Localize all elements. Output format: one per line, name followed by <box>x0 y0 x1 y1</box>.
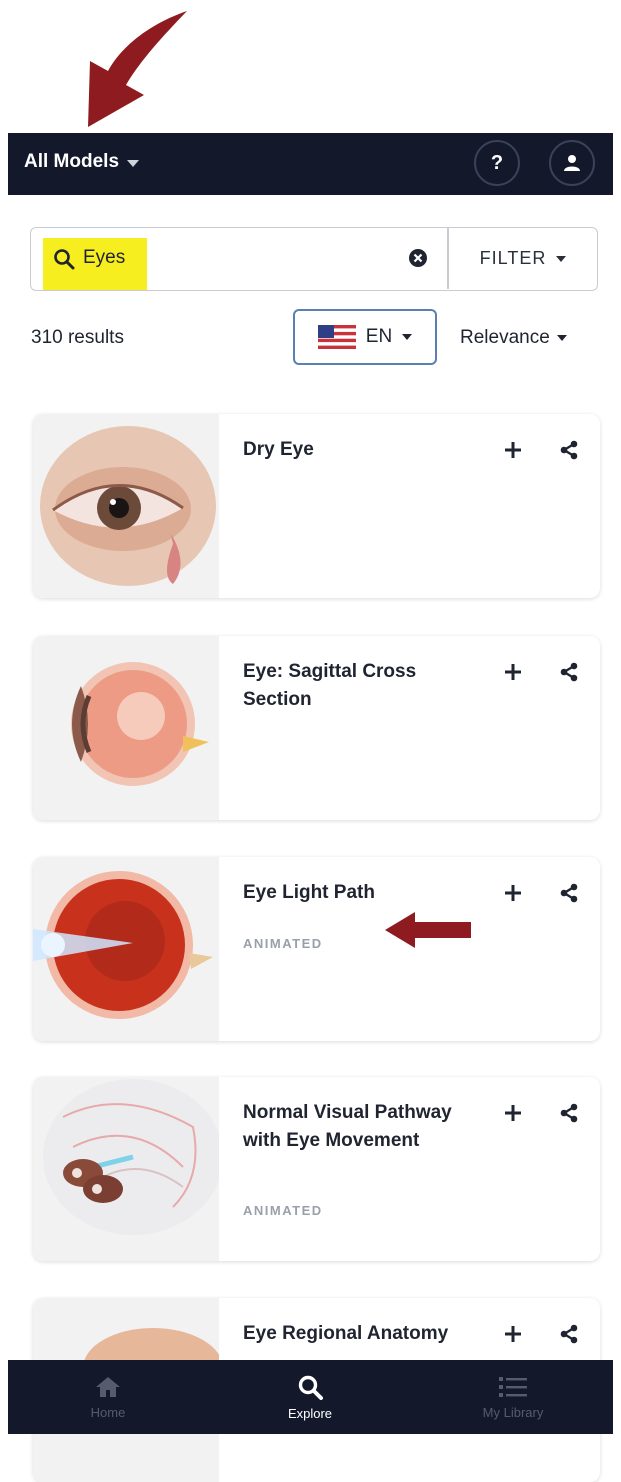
add-icon[interactable] <box>503 1103 523 1123</box>
card-title[interactable]: Eye Light Path <box>243 879 483 907</box>
nav-home-label: Home <box>90 1404 126 1420</box>
chevron-down-icon <box>127 159 140 167</box>
question-mark-icon: ? <box>490 151 504 174</box>
all-models-dropdown[interactable]: All Models <box>24 151 140 173</box>
card-title[interactable]: Dry Eye <box>243 436 483 464</box>
search-bar: Eyes FILTER <box>30 227 598 291</box>
model-thumbnail <box>33 636 219 820</box>
nav-library-label: My Library <box>482 1404 544 1420</box>
card-title[interactable]: Eye Regional Anatomy <box>243 1320 483 1348</box>
search-icon <box>298 1375 323 1400</box>
search-input[interactable]: Eyes <box>83 247 125 269</box>
animated-badge: ANIMATED <box>243 1203 323 1218</box>
nav-library[interactable]: My Library <box>413 1360 613 1434</box>
share-icon[interactable] <box>559 883 579 903</box>
annotation-curved-arrow <box>88 11 187 127</box>
filter-label: FILTER <box>479 248 547 268</box>
results-count: 310 results <box>31 327 124 348</box>
share-icon[interactable] <box>559 1103 579 1123</box>
search-icon <box>54 249 75 270</box>
eye-cross-section-image <box>71 662 209 786</box>
share-icon[interactable] <box>559 1324 579 1344</box>
add-icon[interactable] <box>503 440 523 460</box>
sort-label: Relevance <box>460 327 550 348</box>
chevron-down-icon <box>556 255 567 262</box>
add-icon[interactable] <box>503 883 523 903</box>
filter-button[interactable]: FILTER <box>448 228 598 289</box>
clear-search-icon[interactable] <box>408 248 428 268</box>
dry-eye-image <box>40 426 216 586</box>
top-app-bar: All Models ? <box>8 133 613 195</box>
chevron-down-icon <box>402 334 413 340</box>
language-label: EN <box>365 326 393 347</box>
add-icon[interactable] <box>503 1324 523 1344</box>
share-icon[interactable] <box>559 662 579 682</box>
share-icon[interactable] <box>559 440 579 460</box>
model-card[interactable]: Normal Visual Pathway with Eye Movement … <box>33 1077 600 1261</box>
language-selector[interactable]: EN <box>293 309 437 365</box>
model-thumbnail <box>33 1077 223 1261</box>
user-icon <box>564 155 580 171</box>
animated-badge: ANIMATED <box>243 936 323 951</box>
model-thumbnail <box>33 857 219 1041</box>
home-icon <box>96 1376 120 1397</box>
nav-explore[interactable]: Explore <box>210 1360 410 1434</box>
annotation-left-arrow <box>385 912 471 948</box>
us-flag-icon <box>317 325 356 349</box>
help-button[interactable]: ? <box>474 140 520 186</box>
model-card[interactable]: Eye: Sagittal Cross Section <box>33 636 600 820</box>
bottom-nav: Home Explore My Library <box>8 1360 613 1434</box>
chevron-down-icon <box>556 335 567 341</box>
card-title[interactable]: Eye: Sagittal Cross Section <box>243 658 483 714</box>
add-icon[interactable] <box>503 662 523 682</box>
visual-pathway-image <box>43 1079 223 1235</box>
model-thumbnail <box>33 414 219 598</box>
model-card[interactable]: Eye Light Path ANIMATED <box>33 857 600 1041</box>
all-models-label: All Models <box>24 151 120 172</box>
model-card[interactable]: Dry Eye <box>33 414 600 598</box>
eye-light-path-image <box>33 871 213 1019</box>
account-button[interactable] <box>549 140 595 186</box>
sort-dropdown[interactable]: Relevance <box>460 327 567 349</box>
nav-explore-label: Explore <box>287 1405 333 1421</box>
list-icon <box>499 1376 527 1397</box>
card-title[interactable]: Normal Visual Pathway with Eye Movement <box>243 1099 483 1155</box>
nav-home[interactable]: Home <box>8 1360 208 1434</box>
